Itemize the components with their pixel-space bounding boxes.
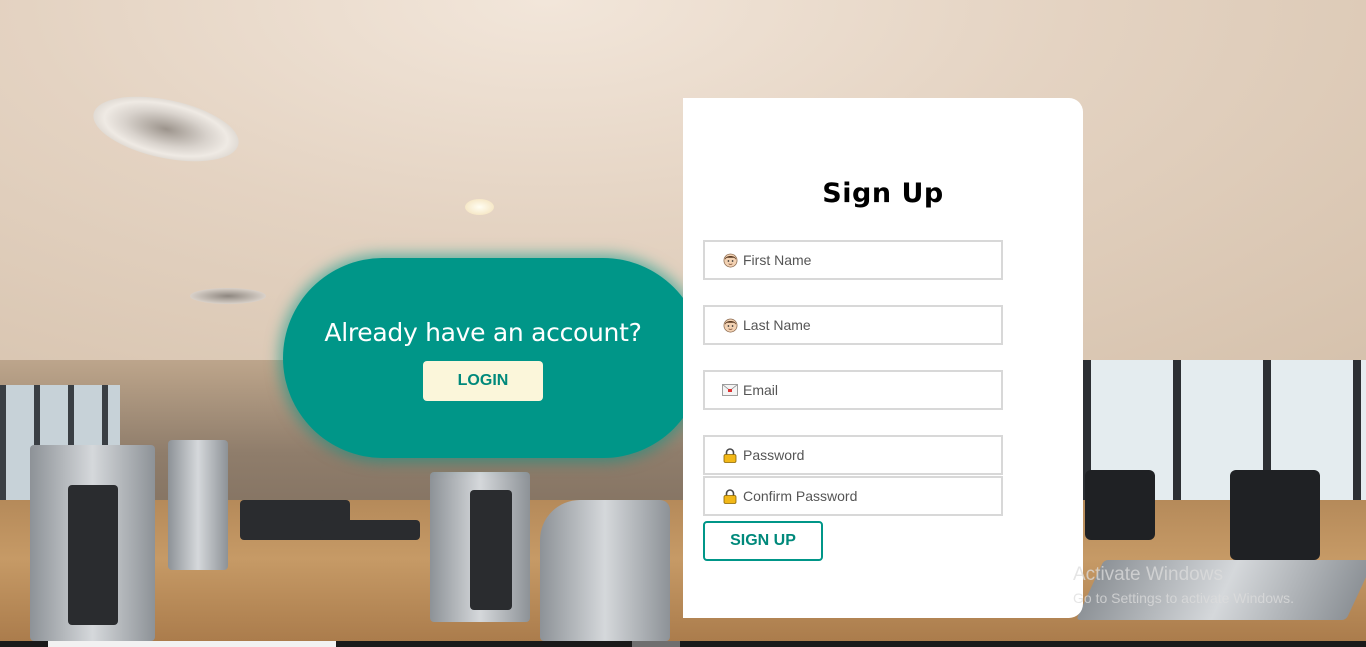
first-name-input[interactable] (743, 252, 993, 268)
confirm-password-field[interactable] (703, 476, 1003, 516)
activate-windows-watermark: Activate Windows Go to Settings to activ… (1073, 564, 1294, 608)
envelope-icon (722, 382, 738, 398)
login-panel: Already have an account? LOGIN (283, 258, 703, 458)
lock-icon (722, 447, 738, 463)
password-field[interactable] (703, 435, 1003, 475)
last-name-field[interactable] (703, 305, 1003, 345)
treadmill (1230, 470, 1320, 560)
signup-button[interactable]: SIGN UP (703, 521, 823, 561)
login-button[interactable]: LOGIN (423, 361, 543, 401)
last-name-input[interactable] (743, 317, 993, 333)
ceiling-light (465, 199, 494, 215)
email-input[interactable] (743, 382, 993, 398)
gym-machine (540, 500, 670, 641)
watermark-subtitle: Go to Settings to activate Windows. (1073, 590, 1294, 606)
person-icon (722, 252, 738, 268)
person-icon (722, 317, 738, 333)
first-name-field[interactable] (703, 240, 1003, 280)
confirm-password-input[interactable] (743, 488, 993, 504)
gym-machine (68, 485, 118, 625)
lock-icon (722, 488, 738, 504)
signup-card: Sign Up First Name Last Name Email SIGN … (683, 98, 1083, 618)
taskbar-strip (0, 641, 1366, 647)
password-input[interactable] (743, 447, 993, 463)
signup-heading: Sign Up (822, 178, 944, 209)
gym-bench (320, 520, 420, 540)
email-field[interactable] (703, 370, 1003, 410)
gym-machine (168, 440, 228, 570)
watermark-title: Activate Windows (1073, 564, 1223, 585)
login-heading: Already have an account? (324, 318, 642, 347)
ceiling-vent (190, 288, 266, 304)
gym-machine (470, 490, 512, 610)
treadmill (1085, 470, 1155, 540)
page: Already have an account? LOGIN Sign Up F… (0, 0, 1366, 647)
